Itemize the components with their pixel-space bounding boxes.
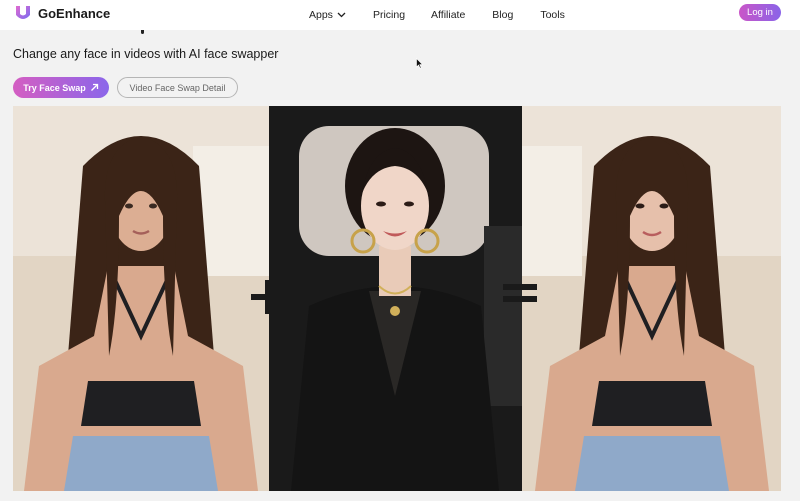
nav-item-apps-label: Apps <box>309 9 333 21</box>
goenhance-logo-icon <box>16 6 30 19</box>
nav-item-affiliate-label: Affiliate <box>431 9 466 21</box>
equals-icon <box>503 284 537 304</box>
logo-text: GoEnhance <box>38 5 111 21</box>
demo-result-frame <box>522 106 781 491</box>
demo-source-video-frame <box>13 106 269 491</box>
person-illustration <box>269 106 522 491</box>
login-button[interactable]: Log in <box>739 4 781 21</box>
nav-item-apps[interactable]: Apps <box>309 9 346 21</box>
plus-icon <box>251 280 285 314</box>
try-face-swap-label: Try Face Swap <box>23 82 86 93</box>
face-swap-demo-image <box>13 106 781 491</box>
chevron-down-icon <box>337 12 346 18</box>
nav-item-tools-label: Tools <box>540 9 565 21</box>
try-face-swap-button[interactable]: Try Face Swap <box>13 77 109 98</box>
heading-glyph-fragment <box>141 30 144 34</box>
nav-item-pricing-label: Pricing <box>372 9 406 21</box>
demo-reference-face-frame <box>269 106 522 491</box>
person-illustration <box>522 106 781 491</box>
nav-item-affiliate[interactable]: Affiliate <box>431 9 465 21</box>
nav-item-tools[interactable]: Tools <box>540 9 565 21</box>
nav-item-blog-label: Blog <box>492 9 514 21</box>
page-title-cutoff <box>0 30 800 36</box>
nav-item-pricing[interactable]: Pricing <box>373 9 405 21</box>
site-logo[interactable]: GoEnhance <box>14 4 110 22</box>
arrow-up-right-icon <box>90 83 98 91</box>
video-face-swap-detail-button[interactable]: Video Face Swap Detail <box>117 77 238 98</box>
main-nav: Apps Pricing Affiliate Blog Tools <box>309 0 565 30</box>
nav-item-blog[interactable]: Blog <box>492 9 513 21</box>
mouse-cursor-icon <box>416 58 423 69</box>
top-navigation-bar: GoEnhance Apps Pricing Affiliate Blog To… <box>0 0 800 30</box>
person-illustration <box>13 106 269 491</box>
hero-subtitle: Change any face in videos with AI face s… <box>13 47 279 61</box>
